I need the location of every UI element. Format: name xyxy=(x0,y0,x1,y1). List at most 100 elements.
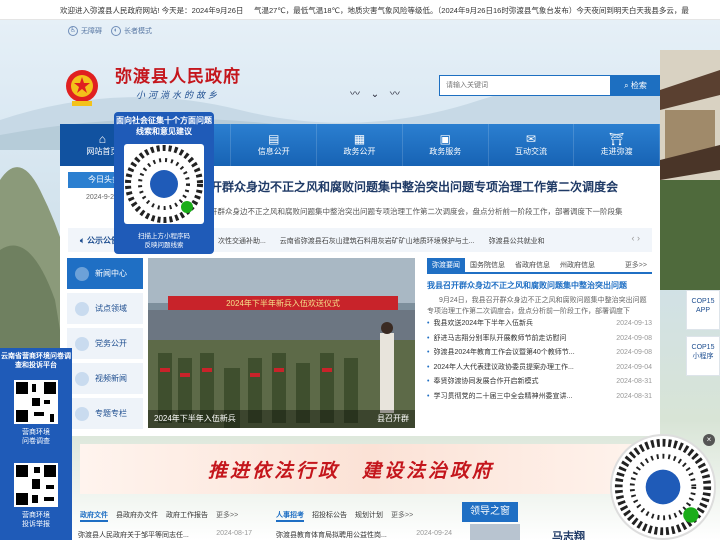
nav-interaction[interactable]: ✉ 互动交流 xyxy=(489,124,575,166)
right-mini-program-code[interactable] xyxy=(610,434,716,540)
cop15-miniprogram-link[interactable]: COP15 小程序 xyxy=(686,336,720,376)
notice-item[interactable]: 弥渡县公共就业和 xyxy=(489,238,545,245)
qr-complaint-caption: 营商环境 投诉举报 xyxy=(22,512,50,528)
notice-list: 次性交通补助... 云南省弥渡县石灰山建筑石料用灰岩矿矿山地质环境保护与土...… xyxy=(218,236,557,246)
tab-planning[interactable]: 规划计划 xyxy=(355,510,383,522)
list-item[interactable]: 我县欢送2024年下半年入伍新兵2024-09-13 xyxy=(427,317,652,332)
elder-mode-link[interactable]: ◐ 长者模式 xyxy=(111,26,152,36)
business-env-panel: 云南省营商环境问卷调查和投诉平台 营商环境 问卷调查 营商环境 投诉举报 xyxy=(0,348,72,540)
nav-info-disclosure[interactable]: ▤ 信息公开 xyxy=(231,124,318,166)
popup-title: 面向社会征集十个方面问题线索和意见建议 xyxy=(116,116,212,136)
speaker-icon: 🔈︎ xyxy=(80,236,85,245)
notice-arrows[interactable]: ‹ › xyxy=(632,233,641,243)
nav-gov-service[interactable]: ▣ 政务服务 xyxy=(403,124,489,166)
hr-tabs: 人事招考 招投标公告 规划计划 更多>> xyxy=(276,510,413,522)
news-lead-summary: 9月24日，我县召开群众身边不正之风和腐败问题集中整治突出问题专项治理工作第二次… xyxy=(427,297,647,315)
birds-decoration: 〰 ⌄ 〰 xyxy=(350,89,404,100)
national-emblem-icon xyxy=(66,70,98,106)
document-icon: ▤ xyxy=(268,132,280,146)
welcome-text: 欢迎进入弥渡县人民政府网站! 今天是：2024年9月26日 xyxy=(60,6,244,15)
site-slogan: 小河淌水的故乡 xyxy=(136,91,221,101)
today-date: 2024-9-2 xyxy=(86,194,115,201)
notice-item[interactable]: 次性交通补助... xyxy=(218,238,266,245)
weather-ticker[interactable]: 气温27℃，最低气温18℃，地质灾害气象风险等级低。（2024年9月26日16时… xyxy=(254,5,689,16)
tab-prefecture[interactable]: 州政府信息 xyxy=(555,258,600,272)
panel-title: 云南省营商环境问卷调查和投诉平台 xyxy=(1,353,71,369)
nav-about-midu[interactable]: ⛩ 走进弥渡 xyxy=(574,124,661,166)
nav-gov-affairs[interactable]: ▦ 政务公开 xyxy=(317,124,403,166)
leader-name[interactable]: 马志翔 xyxy=(552,528,585,540)
news-icon xyxy=(75,266,89,281)
tab-midu-news[interactable]: 弥渡要闻 xyxy=(427,258,465,272)
tab-hr-exams[interactable]: 人事招考 xyxy=(276,510,304,522)
menu-label: 新闻中心 xyxy=(95,269,127,278)
nav-label: 走进弥渡 xyxy=(600,147,633,156)
barrier-free-link[interactable]: ♿ 无障碍 xyxy=(68,26,102,36)
menu-label: 党务公开 xyxy=(95,339,127,348)
list-item[interactable]: 奉贤弥渡协同发展合作开启新模式2024-08-31 xyxy=(427,375,652,390)
headline-title[interactable]: 开群众身边不正之风和腐败问题集中整治突出问题专项治理工作第二次调度会 xyxy=(210,178,618,195)
chat-icon: ✉ xyxy=(525,132,536,146)
close-icon[interactable]: × xyxy=(703,434,715,446)
suggestion-popup[interactable]: 面向社会征集十个方面问题线索和意见建议 扫描上方小程序码 反映问题线索 xyxy=(114,112,214,254)
qr-code-survey[interactable] xyxy=(14,380,58,424)
service-icon: ▣ xyxy=(439,132,451,146)
tab-bidding[interactable]: 招投标公告 xyxy=(312,510,347,522)
top-bar: 欢迎进入弥渡县人民政府网站! 今天是：2024年9月26日 气温27℃，最低气温… xyxy=(0,0,720,20)
news-list: 我县欢送2024年下半年入伍新兵2024-09-13 舒进马志翔分别率队开展教师… xyxy=(427,317,652,405)
pilot-icon xyxy=(75,301,89,316)
hr-item[interactable]: 弥渡县教育体育局拟聘用公益性岗... 2024-09-24 xyxy=(276,530,452,540)
banner-text: 推进依法行政 建设法治政府 xyxy=(208,460,495,482)
list-item[interactable]: 舒进马志翔分别率队开展教师节前走访慰问2024-09-08 xyxy=(427,332,652,347)
gov-docs-more-link[interactable]: 更多>> xyxy=(216,510,238,522)
news-photo-slider[interactable]: 2024年下半年新兵入伍欢送仪式 2024年下半年入伍新兵 县召开群 xyxy=(148,258,415,428)
nav-label: 互动交流 xyxy=(514,147,547,156)
headline-summary: 开群众身边不正之风和腐败问题集中整治突出问题专项治理工作第二次调度会，盘点分析前… xyxy=(210,207,623,216)
list-item[interactable]: 学习贯彻党的二十届三中全会精神州委宣讲...2024-08-31 xyxy=(427,390,652,405)
elder-icon: ◐ xyxy=(111,26,121,36)
popup-caption: 扫描上方小程序码 反映问题线索 xyxy=(138,233,190,249)
barrier-free-label: 无障碍 xyxy=(81,28,102,35)
menu-pilot-areas[interactable]: 试点领域 xyxy=(67,293,143,324)
elder-mode-label: 长者模式 xyxy=(124,28,152,35)
gov-doc-item[interactable]: 弥渡县人民政府关于邹平等同志任... 2024-08-17 xyxy=(78,530,252,540)
menu-label: 试点领域 xyxy=(95,304,127,313)
news-tabs: 弥渡要闻 国务院信息 省政府信息 州政府信息 更多>> xyxy=(427,258,652,274)
tab-county-office-docs[interactable]: 县政府办文件 xyxy=(116,510,158,522)
qr-survey-caption: 营商环境 问卷调查 xyxy=(22,429,50,445)
menu-party-affairs[interactable]: 党务公开 xyxy=(67,328,143,359)
leader-photo xyxy=(470,524,520,540)
landmark-icon: ⛩ xyxy=(609,132,625,146)
party-icon xyxy=(75,336,89,351)
menu-special-topics[interactable]: 专题专栏 xyxy=(67,398,143,429)
rule-of-law-banner[interactable]: 推进依法行政 建设法治政府 xyxy=(80,444,660,494)
search-input[interactable] xyxy=(440,76,610,95)
news-lead-title[interactable]: 我县召开群众身边不正之风和腐败问题集中整治突出问题 xyxy=(427,280,652,291)
tab-work-report[interactable]: 政府工作报告 xyxy=(166,510,208,522)
wheelchair-icon: ♿ xyxy=(68,26,78,36)
menu-label: 专题专栏 xyxy=(95,409,127,418)
menu-news-center[interactable]: 新闻中心 xyxy=(67,258,143,289)
search-button-label: 检索 xyxy=(630,81,647,90)
nav-label: 信息公开 xyxy=(257,147,290,156)
search-button[interactable]: ⌕ 检索 xyxy=(611,75,660,96)
news-more-link[interactable]: 更多>> xyxy=(620,258,652,272)
list-item[interactable]: 2024年人大代表建议政协委员提案办理工作...2024-09-04 xyxy=(427,361,652,376)
leader-window-tab[interactable]: 领导之窗 xyxy=(462,502,518,522)
cop15-app-link[interactable]: COP15 APP xyxy=(686,290,720,330)
mini-program-code[interactable] xyxy=(124,144,204,224)
menu-video-news[interactable]: 视频新闻 xyxy=(67,363,143,394)
site-title[interactable]: 弥渡县人民政府 xyxy=(115,62,241,87)
tab-province[interactable]: 省政府信息 xyxy=(510,258,555,272)
qr-code-complaint[interactable] xyxy=(14,463,58,507)
tab-gov-docs[interactable]: 政府文件 xyxy=(80,510,108,522)
list-item[interactable]: 弥渡县2024年教育工作会议暨第40个教师节...2024-09-08 xyxy=(427,346,652,361)
notice-item[interactable]: 云南省弥渡县石灰山建筑石料用灰岩矿矿山地质环境保护与土... xyxy=(280,238,475,245)
search-bar: ⌕ 检索 xyxy=(439,75,660,96)
pavilion-scenery xyxy=(660,50,720,290)
topic-icon xyxy=(75,406,89,421)
search-icon: ⌕ xyxy=(624,81,629,90)
photo-recruits-ceremony: 2024年下半年新兵入伍欢送仪式 xyxy=(148,258,415,428)
hr-more-link[interactable]: 更多>> xyxy=(391,510,413,522)
tab-state-council[interactable]: 国务院信息 xyxy=(465,258,510,272)
